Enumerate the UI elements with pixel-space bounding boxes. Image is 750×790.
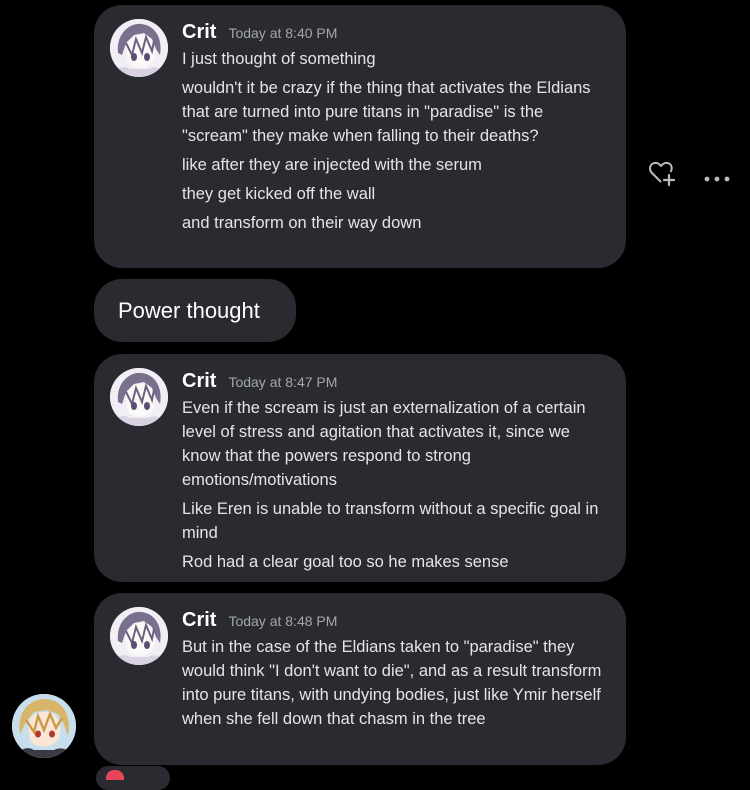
- message-bubble[interactable]: Crit Today at 8:48 PM But in the case of…: [94, 593, 626, 765]
- message-timestamp: Today at 8:40 PM: [228, 25, 338, 41]
- reply-bubble[interactable]: Power thought: [94, 279, 296, 342]
- message-line: like after they are injected with the se…: [182, 156, 482, 174]
- message-timestamp: Today at 8:48 PM: [228, 613, 338, 629]
- user-avatar[interactable]: [12, 694, 76, 758]
- reaction-chip[interactable]: [96, 766, 170, 790]
- author-avatar[interactable]: [110, 19, 168, 77]
- author-avatar[interactable]: [110, 607, 168, 665]
- message-line: Rod had a clear goal too so he makes sen…: [182, 553, 509, 571]
- message-line: Even if the scream is just an externaliz…: [182, 399, 586, 489]
- add-reaction-button[interactable]: [648, 160, 678, 193]
- message-line: they get kicked off the wall: [182, 185, 376, 203]
- message-line: and transform on their way down: [182, 214, 422, 232]
- author-avatar[interactable]: [110, 368, 168, 426]
- message-line: wouldn't it be crazy if the thing that a…: [182, 79, 591, 145]
- message-line: But in the case of the Eldians taken to …: [182, 638, 602, 728]
- message-line: I just thought of something: [182, 50, 376, 68]
- heart-plus-icon: [649, 161, 676, 187]
- author-name[interactable]: Crit: [182, 21, 216, 44]
- more-horizontal-icon: [704, 176, 730, 182]
- heart-icon: [106, 770, 124, 780]
- author-name[interactable]: Crit: [182, 609, 216, 632]
- message-timestamp: Today at 8:47 PM: [228, 374, 338, 390]
- message-line: Like Eren is unable to transform without…: [182, 500, 599, 542]
- message-bubble[interactable]: Crit Today at 8:47 PM Even if the scream…: [94, 354, 626, 582]
- more-options-button[interactable]: [703, 170, 731, 188]
- author-name[interactable]: Crit: [182, 370, 216, 393]
- reply-text: Power thought: [118, 297, 260, 323]
- message-bubble[interactable]: Crit Today at 8:40 PM I just thought of …: [94, 5, 626, 268]
